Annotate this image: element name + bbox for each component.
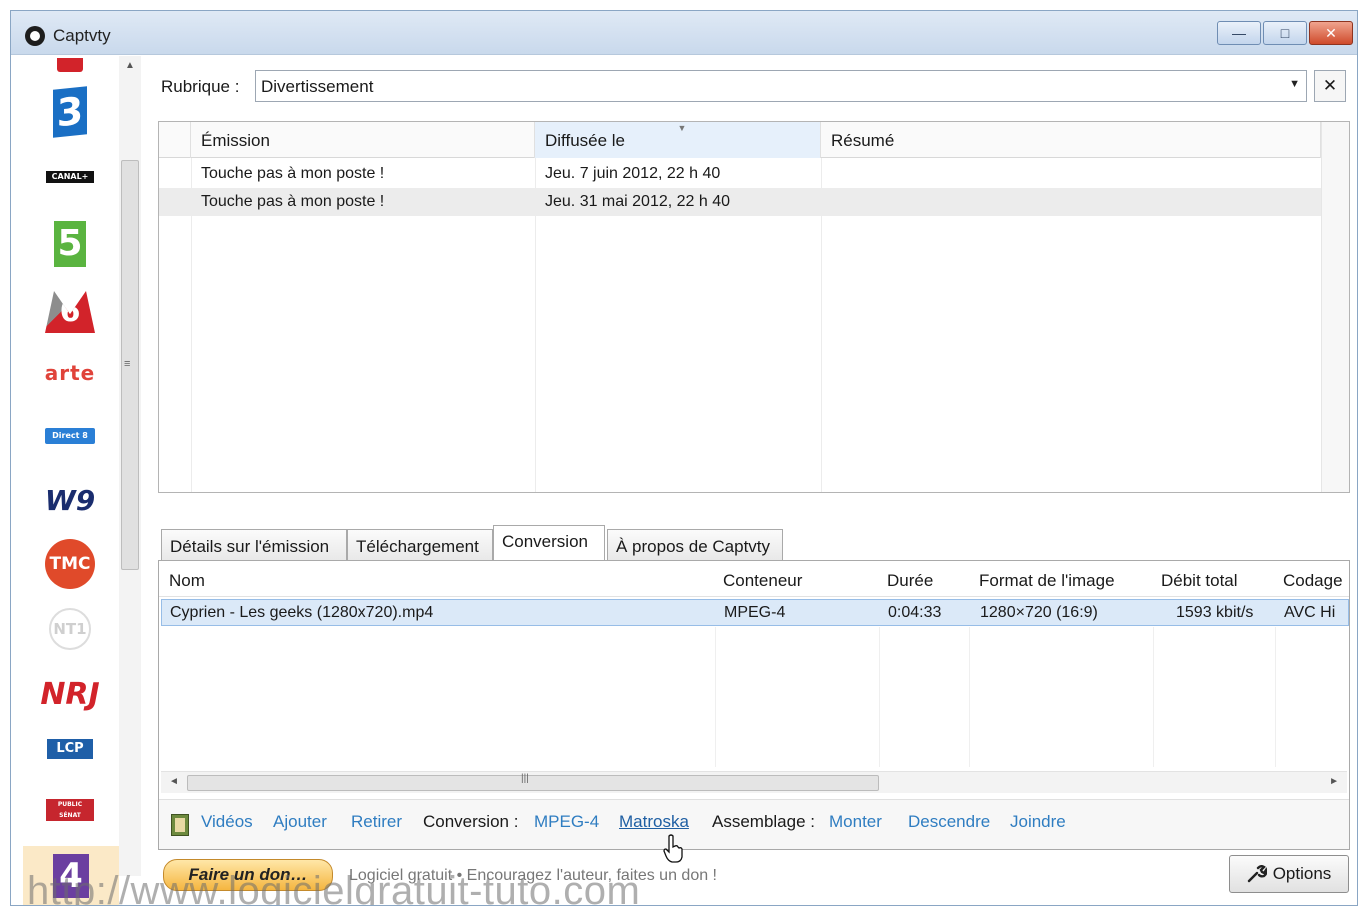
hand-cursor-icon — [663, 834, 683, 863]
wrench-icon — [1247, 865, 1267, 883]
emissions-header: Émission ▼ Diffusée le Résumé — [159, 122, 1321, 158]
channel-m6-logo[interactable]: 6 — [33, 284, 107, 340]
column-debit[interactable]: Débit total — [1161, 571, 1238, 591]
chevron-down-icon[interactable]: ▼ — [1289, 78, 1300, 90]
column-divider — [1275, 627, 1276, 767]
table-row[interactable]: Cyprien - Les geeks (1280x720).mp4 MPEG-… — [161, 599, 1349, 626]
tab-details[interactable]: Détails sur l'émission — [161, 529, 347, 561]
column-conteneur[interactable]: Conteneur — [723, 571, 802, 591]
row-codage: AVC Hi — [1284, 604, 1336, 621]
assemblage-label: Assemblage : — [712, 812, 815, 831]
window-title: Captvty — [53, 26, 111, 45]
row-nom: Cyprien - Les geeks (1280x720).mp4 — [170, 604, 434, 621]
channel-france3-logo[interactable]: 3 — [33, 84, 107, 140]
mpeg4-link[interactable]: MPEG-4 — [534, 812, 599, 832]
watermark-text: http://www.logicielgratuit-tuto.com — [27, 869, 641, 906]
tab-telechargement[interactable]: Téléchargement — [347, 529, 493, 561]
scroll-right-icon[interactable]: ► — [1329, 776, 1339, 787]
column-diffusee-le-label: Diffusée le — [545, 131, 626, 150]
rubrique-label: Rubrique : — [161, 77, 240, 96]
conversion-header: Nom Conteneur Durée Format de l'image Dé… — [159, 561, 1349, 597]
row-duree: 0:04:33 — [888, 604, 942, 621]
tab-conversion[interactable]: Conversion — [493, 525, 605, 562]
column-format[interactable]: Format de l'image — [979, 571, 1115, 591]
captvty-app-icon — [25, 26, 45, 46]
channel-lcp-logo[interactable]: LCP — [33, 736, 107, 762]
matroska-link[interactable]: Matroska — [619, 812, 689, 832]
options-label: Options — [1272, 864, 1332, 883]
video-file-icon — [171, 814, 189, 836]
channel-direct8-logo[interactable]: Direct 8 — [33, 424, 107, 448]
horizontal-scroll-thumb[interactable] — [187, 775, 879, 791]
row-emission: Touche pas à mon poste ! — [201, 193, 385, 210]
column-divider — [715, 627, 716, 767]
channel-w9-logo[interactable]: W9 — [33, 480, 107, 520]
close-button[interactable]: ✕ — [1309, 21, 1353, 45]
channel-france2-logo[interactable] — [33, 56, 107, 74]
column-divider — [969, 627, 970, 767]
row-date: Jeu. 7 juin 2012, 22 h 40 — [545, 165, 721, 182]
scroll-grip-icon: ||| — [521, 773, 529, 784]
row-date: Jeu. 31 mai 2012, 22 h 40 — [545, 193, 731, 210]
column-divider — [879, 627, 880, 767]
monter-link[interactable]: Monter — [829, 812, 882, 832]
tab-a-propos[interactable]: À propos de Captvty — [607, 529, 783, 561]
retirer-link[interactable]: Retirer — [351, 812, 402, 832]
table-row[interactable]: Touche pas à mon poste ! Jeu. 31 mai 201… — [159, 188, 1321, 216]
channel-publicsenat-logo[interactable]: PUBLIC SÉNAT — [33, 796, 107, 824]
splitter-grip-icon[interactable]: ≡ — [124, 358, 130, 370]
channel-nt1-logo[interactable]: NT1 — [33, 604, 107, 654]
maximize-button[interactable]: □ — [1263, 21, 1307, 45]
row-conteneur: MPEG-4 — [724, 604, 786, 621]
column-emission[interactable]: Émission — [191, 122, 535, 158]
row-debit: 1593 kbit/s — [1176, 604, 1254, 621]
scroll-left-icon[interactable]: ◄ — [169, 776, 179, 787]
videos-link[interactable]: Vidéos — [201, 812, 253, 832]
column-nom[interactable]: Nom — [169, 571, 205, 591]
column-codage[interactable]: Codage — [1283, 571, 1343, 591]
sidebar-scrollbar[interactable]: ▲ ≡ — [119, 56, 141, 876]
column-diffusee-le[interactable]: ▼ Diffusée le — [535, 122, 821, 158]
channel-tmc-logo[interactable]: TMC — [33, 536, 107, 592]
emissions-scrollbar[interactable] — [1321, 122, 1349, 492]
column-resume[interactable]: Résumé — [821, 122, 1321, 158]
channel-canalplus-logo[interactable]: CANAL+ — [33, 168, 107, 186]
window-controls: — □ ✕ — [1217, 21, 1353, 45]
app-window: Captvty — □ ✕ 3 CANAL+ 5 6 arte Direct 8… — [10, 10, 1358, 906]
sort-indicator-icon: ▼ — [677, 123, 687, 133]
column-duree[interactable]: Durée — [887, 571, 933, 591]
row-emission: Touche pas à mon poste ! — [201, 165, 385, 182]
options-button[interactable]: Options — [1229, 855, 1349, 893]
row-format: 1280×720 (16:9) — [980, 604, 1098, 621]
column-divider — [1153, 627, 1154, 767]
channel-arte-logo[interactable]: arte — [33, 358, 107, 388]
channel-nrj12-logo[interactable]: NRJ — [33, 668, 107, 720]
conversion-horizontal-scrollbar[interactable]: ◄ ||| ► — [161, 771, 1347, 793]
minimize-button[interactable]: — — [1217, 21, 1261, 45]
channel-france5-logo[interactable]: 5 — [33, 216, 107, 272]
ajouter-link[interactable]: Ajouter — [273, 812, 327, 832]
scroll-up-icon[interactable]: ▲ — [125, 60, 135, 71]
clear-rubrique-button[interactable]: ✕ — [1314, 70, 1346, 102]
descendre-link[interactable]: Descendre — [908, 812, 990, 832]
title-bar: Captvty — □ ✕ — [11, 11, 1357, 55]
conversion-panel: Nom Conteneur Durée Format de l'image Dé… — [158, 560, 1350, 850]
emissions-list: Émission ▼ Diffusée le Résumé Touche pas… — [158, 121, 1350, 493]
channel-sidebar: 3 CANAL+ 5 6 arte Direct 8 W9 TMC NT1 NR… — [11, 56, 119, 905]
rubrique-value: Divertissement — [261, 77, 374, 96]
emissions-spacer-column — [159, 122, 191, 158]
table-row[interactable]: Touche pas à mon poste ! Jeu. 7 juin 201… — [159, 160, 1321, 188]
rubrique-dropdown[interactable]: Divertissement ▼ — [255, 70, 1307, 102]
conversion-label: Conversion : — [423, 812, 519, 831]
joindre-link[interactable]: Joindre — [1010, 812, 1066, 832]
conversion-action-bar: Vidéos Ajouter Retirer Conversion : MPEG… — [159, 799, 1349, 849]
